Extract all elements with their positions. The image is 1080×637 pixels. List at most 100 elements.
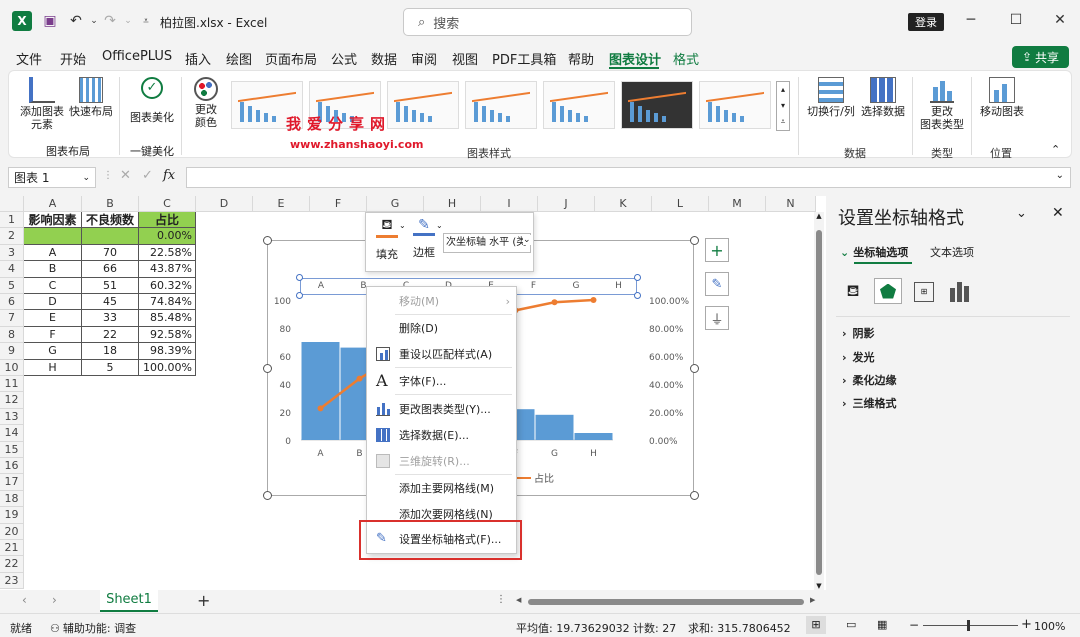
page-break-view-icon[interactable]: ▦	[877, 618, 887, 631]
tab-text-options[interactable]: 文本选项	[930, 244, 974, 260]
prev-sheet-icon[interactable]: ‹	[22, 593, 27, 607]
column-header[interactable]: K	[595, 196, 652, 212]
column-header[interactable]: J	[538, 196, 595, 212]
table-cell[interactable]: 影响因素	[24, 212, 82, 229]
select-all-corner[interactable]	[0, 196, 24, 212]
sheet-tab-sheet1[interactable]: Sheet1	[100, 590, 158, 612]
chart-style-thumbnail[interactable]	[387, 81, 459, 129]
tab-officeplus[interactable]: OfficePLUS	[102, 49, 172, 64]
row-header[interactable]: 19	[0, 507, 24, 524]
search-box[interactable]: ⌕ 搜索	[403, 8, 692, 36]
column-header[interactable]: H	[424, 196, 481, 212]
row-header[interactable]: 18	[0, 490, 24, 508]
resize-handle[interactable]	[690, 236, 699, 245]
row-header[interactable]: 4	[0, 261, 24, 278]
row-header[interactable]: 10	[0, 359, 24, 376]
zoom-slider-thumb[interactable]	[967, 620, 970, 631]
add-chart-element-button[interactable]: 添加图表 元素	[17, 77, 67, 131]
section-soft-edges[interactable]: › 柔化边缘	[842, 372, 897, 388]
insert-function-icon[interactable]: fx	[163, 168, 175, 183]
table-cell[interactable]: 22.58%	[139, 244, 196, 262]
chart-styles-brush-icon[interactable]: ✎	[705, 272, 729, 296]
close-icon[interactable]: ✕	[1052, 12, 1068, 28]
table-cell[interactable]: 60.32%	[139, 277, 196, 294]
chevron-down-icon[interactable]: ⌄	[436, 221, 443, 230]
tab-chart-design[interactable]: 图表设计	[609, 49, 661, 68]
name-box[interactable]: 图表 1 ⌄	[8, 167, 96, 188]
table-cell[interactable]: B	[24, 261, 82, 278]
page-layout-view-icon[interactable]: ▭	[846, 618, 856, 631]
row-header[interactable]: 21	[0, 540, 24, 557]
beautify-button[interactable]: ✓ 图表美化	[126, 77, 178, 124]
collapse-ribbon-icon[interactable]: ⌃	[1051, 143, 1060, 156]
menu-item-change-chart-type[interactable]: 更改图表类型(Y)...	[367, 397, 518, 421]
tab-draw[interactable]: 绘图	[226, 49, 252, 68]
maximize-icon[interactable]: ☐	[1008, 12, 1024, 28]
tab-file[interactable]: 文件	[16, 49, 42, 68]
tab-formulas[interactable]: 公式	[331, 49, 357, 68]
row-header[interactable]: 12	[0, 392, 24, 409]
horizontal-scrollbar[interactable]	[528, 599, 804, 605]
menu-item-select-data[interactable]: 选择数据(E)...	[367, 423, 518, 447]
table-cell[interactable]: 不良频数	[82, 212, 139, 229]
row-header[interactable]: 20	[0, 523, 24, 540]
status-sum[interactable]: 求和: 315.7806452	[688, 620, 791, 636]
column-header[interactable]: B	[82, 196, 139, 212]
scroll-left-icon[interactable]: ◀	[516, 596, 521, 604]
axis-handle[interactable]	[296, 292, 303, 299]
zoom-slider[interactable]	[923, 620, 1018, 631]
axis-handle[interactable]	[296, 274, 303, 281]
status-average[interactable]: 平均值: 19.73629032	[516, 620, 630, 636]
scroll-right-icon[interactable]: ▶	[810, 596, 815, 604]
tab-pdf-tools[interactable]: PDF工具箱	[492, 49, 556, 68]
table-cell[interactable]: H	[24, 359, 82, 376]
table-cell[interactable]: D	[24, 294, 82, 311]
chart-style-thumbnail[interactable]	[543, 81, 615, 129]
table-cell[interactable]: 22	[82, 326, 139, 344]
table-cell[interactable]: G	[24, 343, 82, 360]
tab-axis-options[interactable]: ⌄ 坐标轴选项	[840, 244, 908, 260]
pane-options-chevron-icon[interactable]: ⌄	[1016, 206, 1027, 221]
resize-handle[interactable]	[690, 364, 699, 373]
resize-handle[interactable]	[263, 491, 272, 500]
quick-layout-button[interactable]: 快速布局	[67, 77, 115, 118]
chart-legend[interactable]: 占比	[517, 470, 554, 485]
table-cell[interactable]: 占比	[139, 212, 196, 229]
resize-handle[interactable]	[690, 491, 699, 500]
row-header[interactable]: 23	[0, 572, 24, 590]
column-header[interactable]: M	[709, 196, 766, 212]
column-header[interactable]: E	[253, 196, 310, 212]
tab-help[interactable]: 帮助	[568, 49, 594, 68]
table-cell[interactable]: 0.00%	[139, 228, 196, 245]
menu-item-delete[interactable]: 删除(D)	[367, 316, 518, 340]
zoom-out-icon[interactable]: −	[909, 618, 919, 632]
tab-home[interactable]: 开始	[60, 49, 86, 68]
row-header[interactable]: 7	[0, 310, 24, 327]
status-count[interactable]: 计数: 27	[633, 620, 676, 636]
table-cell[interactable]: 43.87%	[139, 261, 196, 278]
next-sheet-icon[interactable]: ›	[52, 593, 57, 607]
chart-style-thumbnail-dark[interactable]	[621, 81, 693, 129]
menu-item-add-major-gridlines[interactable]: 添加主要网格线(M)	[367, 476, 518, 500]
fill-button[interactable]: ⛾ 填充	[372, 217, 402, 262]
normal-view-icon[interactable]: ⊞	[806, 616, 826, 634]
minimize-icon[interactable]: ─	[963, 12, 979, 28]
table-cell[interactable]: C	[24, 277, 82, 294]
row-header[interactable]: 2	[0, 228, 24, 245]
table-cell[interactable]: 85.48%	[139, 310, 196, 327]
section-shadow[interactable]: › 阴影	[842, 325, 875, 341]
share-button[interactable]: ⇪ 共享	[1012, 46, 1069, 68]
table-cell[interactable]: 51	[82, 277, 139, 294]
section-3d-format[interactable]: › 三维格式	[842, 395, 897, 411]
table-cell[interactable]: 92.58%	[139, 326, 196, 344]
table-cell[interactable]: 100.00%	[139, 359, 196, 376]
border-button[interactable]: ✎ 边框	[409, 217, 439, 260]
table-cell[interactable]: 33	[82, 310, 139, 327]
redo-icon[interactable]: ↷	[100, 11, 120, 31]
table-cell[interactable]	[24, 228, 82, 245]
column-header[interactable]: I	[481, 196, 538, 212]
fill-line-icon[interactable]: ⛾	[842, 281, 864, 303]
tab-view[interactable]: 视图	[452, 49, 478, 68]
column-header[interactable]: D	[196, 196, 253, 212]
chart-filter-icon[interactable]: ⏚	[705, 306, 729, 330]
